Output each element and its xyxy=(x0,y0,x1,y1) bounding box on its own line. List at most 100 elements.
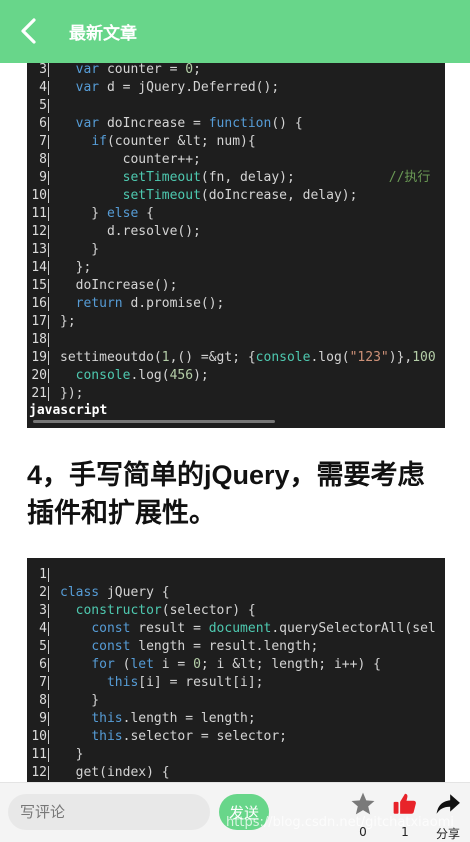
line-number: 10 xyxy=(31,188,47,203)
code-line: 6 var doIncrease = function() { xyxy=(27,115,445,133)
section-heading: 4，手写简单的jQuery，需要考虑插件和扩展性。 xyxy=(27,460,425,528)
line-number: 4 xyxy=(39,621,47,636)
code-line: 7 this[i] = result[i]; xyxy=(27,674,445,692)
code-token: var xyxy=(75,80,100,95)
code-text: if(counter &lt; num){ xyxy=(60,133,255,151)
gutter-divider xyxy=(48,261,49,275)
code-text: } xyxy=(60,692,99,710)
code-token: "123" xyxy=(349,350,389,365)
line-number: 12 xyxy=(31,224,47,239)
code-token: 0 xyxy=(193,657,201,672)
code-token: .querySelectorAll(sel xyxy=(271,621,436,636)
gutter-divider xyxy=(48,333,49,347)
code-text: counter++; xyxy=(60,151,201,169)
code-text: var d = jQuery.Deferred(); xyxy=(60,79,280,97)
gutter-divider xyxy=(48,604,49,618)
code-token: console xyxy=(75,368,131,383)
code-line: 10 setTimeout(doIncrease, delay); xyxy=(27,187,445,205)
code-text: }; xyxy=(60,259,92,277)
back-button[interactable] xyxy=(14,14,46,48)
code-text: this[i] = result[i]; xyxy=(60,674,264,692)
bottom-action-bar: 发送 https://blog.csdn.net/gitchatxiaomi 0… xyxy=(0,782,470,842)
gutter-divider xyxy=(48,658,49,672)
line-number: 4 xyxy=(39,80,47,95)
code-token: 100 xyxy=(412,350,436,365)
code-line: 4 const result = document.querySelectorA… xyxy=(27,620,445,638)
code-token: constructor xyxy=(75,603,162,618)
code-token: ; i &lt; length; i++) { xyxy=(200,657,381,672)
code-line: 13 } xyxy=(27,241,445,259)
code-text: var counter = 0; xyxy=(60,63,201,79)
code-token: (selector) { xyxy=(161,603,256,618)
code-text: } xyxy=(60,746,84,764)
gutter-divider xyxy=(48,225,49,239)
gutter-divider xyxy=(48,676,49,690)
code-token: var xyxy=(75,63,100,77)
line-number: 21 xyxy=(31,386,47,401)
code-line: 18 xyxy=(27,331,445,349)
code-line: 11 } else { xyxy=(27,205,445,223)
star-button[interactable]: 0 xyxy=(346,791,380,839)
line-number: 20 xyxy=(31,368,47,383)
gutter-divider xyxy=(48,315,49,329)
code-token: jQuery { xyxy=(99,585,170,600)
line-number: 6 xyxy=(39,116,47,131)
code-token: }); xyxy=(60,386,84,401)
code-token: } xyxy=(60,206,107,221)
horizontal-scrollbar[interactable] xyxy=(33,420,275,423)
code-token: const xyxy=(91,621,131,636)
like-count: 1 xyxy=(401,825,409,839)
share-label: 分享 xyxy=(435,827,460,841)
code-text: }); xyxy=(60,385,83,403)
code-text: } else { xyxy=(60,205,154,223)
code-token: length = result.length; xyxy=(130,639,319,654)
code-text: const length = result.length; xyxy=(60,638,318,656)
code-line: 12 get(index) { xyxy=(27,764,445,782)
code-line: 11 } xyxy=(27,746,445,764)
code-token: ( xyxy=(114,657,131,672)
code-token: for xyxy=(91,657,115,672)
code-token: } xyxy=(60,242,100,257)
code-text: get(index) { xyxy=(60,764,170,782)
chevron-left-icon xyxy=(21,18,36,44)
code-token: doIncrease = xyxy=(99,116,209,131)
code-language-label: javascript xyxy=(29,403,108,418)
gutter-divider xyxy=(48,712,49,726)
code-token: class xyxy=(60,585,100,600)
code-token: result = xyxy=(130,621,209,636)
line-number: 11 xyxy=(31,206,47,221)
code-token: { xyxy=(138,206,154,221)
share-button[interactable]: 分享 xyxy=(430,791,466,841)
code-token: counter++; xyxy=(60,152,201,167)
line-number: 19 xyxy=(31,350,47,365)
code-token: (fn, delay); xyxy=(200,170,389,185)
code-line: 6 for (let i = 0; i &lt; length; i++) { xyxy=(27,656,445,674)
thumbs-up-icon xyxy=(393,793,416,814)
code-line: 10 this.selector = selector; xyxy=(27,728,445,746)
code-line: 16 return d.promise(); xyxy=(27,295,445,313)
code-token: let xyxy=(130,657,154,672)
code-token: ,() =&gt; { xyxy=(169,350,256,365)
code-text: var doIncrease = function() { xyxy=(60,115,303,133)
comment-input[interactable] xyxy=(8,794,210,830)
like-button[interactable]: 1 xyxy=(388,791,422,839)
gutter-divider xyxy=(48,586,49,600)
code-text: }; xyxy=(60,313,76,331)
gutter-divider xyxy=(48,243,49,257)
code-token: 456 xyxy=(169,368,194,383)
code-text: d.resolve(); xyxy=(60,223,201,241)
star-count: 0 xyxy=(359,825,367,839)
line-number: 7 xyxy=(39,675,47,690)
gutter-divider xyxy=(48,207,49,221)
code-token: this xyxy=(91,729,123,744)
code-token: console xyxy=(255,350,311,365)
code-token: }; xyxy=(60,314,76,329)
line-number: 13 xyxy=(31,242,47,257)
line-number: 5 xyxy=(39,639,47,654)
code-text: return d.promise(); xyxy=(60,295,225,313)
line-number: 5 xyxy=(39,98,47,113)
